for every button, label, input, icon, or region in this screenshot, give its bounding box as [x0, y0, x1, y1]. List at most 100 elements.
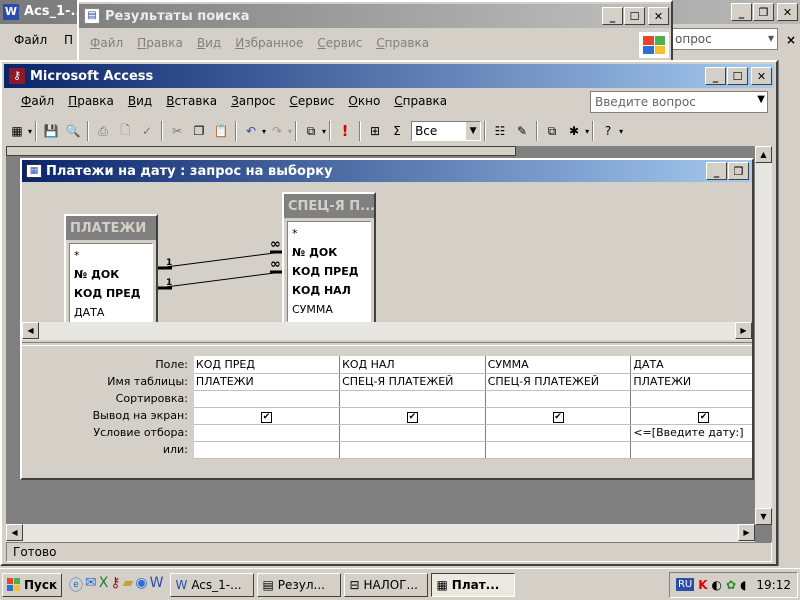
query-type-icon[interactable]: ⧉	[300, 120, 322, 142]
cut-icon[interactable]: ✂	[166, 120, 188, 142]
field-item[interactable]: № ДОК	[292, 243, 366, 262]
grid-cell[interactable]: СУММА	[485, 356, 632, 374]
volume-icon[interactable]: ◖	[740, 578, 746, 592]
top-values-select[interactable]: Все ▼	[411, 121, 482, 141]
speaker-icon[interactable]: ◐	[712, 578, 722, 592]
print-preview-icon[interactable]: 🗋	[114, 120, 136, 142]
table-specification[interactable]: СПЕЦ-Я П... * № ДОК КОД ПРЕД КОД НАЛ СУМ…	[282, 192, 376, 328]
ie-maximize-button[interactable]: ☐	[624, 7, 645, 25]
pane-splitter[interactable]	[22, 342, 752, 346]
pane-scroll-right[interactable]: ▶	[735, 322, 752, 339]
field-item[interactable]: *	[74, 246, 148, 265]
view-dropdown-icon[interactable]: ▾	[28, 127, 32, 136]
task-query-active[interactable]: ▦ Плат...	[431, 572, 516, 597]
pane-scroll-left[interactable]: ◀	[22, 322, 39, 339]
grid-cell[interactable]	[485, 424, 632, 442]
ie-menu-help[interactable]: Справка	[369, 36, 436, 50]
checkmark-icon[interactable]: ✔	[698, 411, 710, 423]
grid-cell[interactable]: ДАТА	[630, 356, 752, 374]
menu-file[interactable]: Файл	[14, 94, 61, 108]
folder-icon[interactable]: ▰	[123, 575, 134, 595]
antivirus-icon[interactable]: K	[698, 578, 707, 592]
spelling-icon[interactable]: ✓	[136, 120, 158, 142]
word-menu-file[interactable]: Файл	[14, 33, 47, 47]
ie-icon[interactable]: ⓔ	[69, 575, 83, 595]
table-platezhi[interactable]: ПЛАТЕЖИ * № ДОК КОД ПРЕД ДАТА	[64, 214, 158, 328]
database-window-icon[interactable]: ⧉	[541, 120, 563, 142]
menu-query[interactable]: Запрос	[224, 94, 282, 108]
access-maximize-button[interactable]: ☐	[727, 67, 748, 85]
grid-cell[interactable]	[630, 390, 752, 408]
grid-cell[interactable]	[193, 424, 341, 442]
top-values-dropdown-icon[interactable]: ▼	[466, 122, 481, 140]
field-item[interactable]: КОД ПРЕД	[74, 284, 148, 303]
grid-cell[interactable]	[630, 441, 752, 459]
query-minimize-button[interactable]: _	[706, 162, 727, 180]
grid-cell[interactable]: КОД НАЛ	[339, 356, 486, 374]
show-table-icon[interactable]: ⊞	[364, 120, 386, 142]
show-checkbox[interactable]: ✔	[485, 407, 632, 425]
query-restore-button[interactable]: ❐	[728, 162, 749, 180]
menu-window[interactable]: Окно	[341, 94, 387, 108]
menu-tools[interactable]: Сервис	[283, 94, 342, 108]
table-specification-title[interactable]: СПЕЦ-Я П...	[284, 194, 374, 218]
table-platezhi-title[interactable]: ПЛАТЕЖИ	[66, 216, 156, 240]
grid-cell[interactable]	[485, 441, 632, 459]
task-word[interactable]: W Acs_1-...	[170, 572, 255, 597]
ask-dropdown-icon[interactable]: ▼	[757, 94, 765, 105]
ie-menu-file[interactable]: Файл	[83, 36, 130, 50]
totals-icon[interactable]: Σ	[386, 120, 408, 142]
show-checkbox[interactable]: ✔	[630, 407, 752, 425]
menu-help[interactable]: Справка	[387, 94, 454, 108]
workspace-hscroll[interactable]: ◀ ▶	[6, 524, 755, 542]
menu-edit[interactable]: Правка	[61, 94, 121, 108]
field-item[interactable]: ДАТА	[74, 303, 148, 322]
redo-dropdown-icon[interactable]: ▾	[288, 127, 292, 136]
word-ask-box[interactable]: опрос ▾	[670, 28, 778, 50]
menu-view[interactable]: Вид	[121, 94, 159, 108]
workspace-vscroll[interactable]: ▲ ▼	[755, 146, 772, 525]
help-icon[interactable]: ?	[597, 120, 619, 142]
build-icon[interactable]: ✎	[511, 120, 533, 142]
run-icon[interactable]: !	[334, 120, 356, 142]
field-item[interactable]: № ДОК	[74, 265, 148, 284]
properties-icon[interactable]: ☷	[489, 120, 511, 142]
network-icon[interactable]: ◉	[135, 575, 147, 595]
grid-cell[interactable]	[339, 390, 486, 408]
grid-cell[interactable]: ПЛАТЕЖИ	[630, 373, 752, 391]
undo-icon[interactable]: ↶	[240, 120, 262, 142]
word-menu-partial[interactable]: П	[64, 33, 73, 47]
copy-icon[interactable]: ❐	[188, 120, 210, 142]
access-icon[interactable]: ⚷	[110, 575, 120, 595]
excel-icon[interactable]: X	[99, 575, 109, 595]
outlook-icon[interactable]: ✉	[85, 575, 97, 595]
query-type-dropdown-icon[interactable]: ▾	[322, 127, 326, 136]
word-restore-button[interactable]: ❐	[753, 3, 774, 21]
help-dropdown-icon[interactable]: ▾	[619, 127, 623, 136]
task-search-results[interactable]: ▤ Резул...	[257, 572, 342, 597]
ie-close-button[interactable]: ✕	[648, 7, 669, 25]
ie-menu-tools[interactable]: Сервис	[310, 36, 369, 50]
grid-cell[interactable]	[193, 441, 341, 459]
new-object-dropdown-icon[interactable]: ▾	[585, 127, 589, 136]
workspace-scroll-down[interactable]: ▼	[755, 508, 772, 525]
search-icon[interactable]: 🔍	[62, 120, 84, 142]
show-checkbox[interactable]: ✔	[339, 407, 486, 425]
access-minimize-button[interactable]: _	[705, 67, 726, 85]
language-indicator[interactable]: RU	[675, 578, 695, 591]
word-minimize-button[interactable]: _	[731, 3, 752, 21]
print-icon[interactable]: ⎙	[92, 120, 114, 142]
task-nalog[interactable]: ⊟ НАЛОГ...	[344, 572, 429, 597]
grid-cell[interactable]	[193, 390, 341, 408]
field-item[interactable]: КОД НАЛ	[292, 281, 366, 300]
field-item[interactable]: КОД ПРЕД	[292, 262, 366, 281]
grid-cell[interactable]	[339, 424, 486, 442]
save-icon[interactable]: 💾	[40, 120, 62, 142]
new-object-icon[interactable]: ✱	[563, 120, 585, 142]
paste-icon[interactable]: 📋	[210, 120, 232, 142]
start-button[interactable]: Пуск	[2, 572, 62, 597]
criteria-cell[interactable]: <=[Введите дату:]	[630, 424, 752, 442]
checkmark-icon[interactable]: ✔	[406, 411, 418, 423]
join-lines[interactable]: 1 1 ∞ ∞	[158, 232, 284, 292]
field-item[interactable]: *	[292, 224, 366, 243]
